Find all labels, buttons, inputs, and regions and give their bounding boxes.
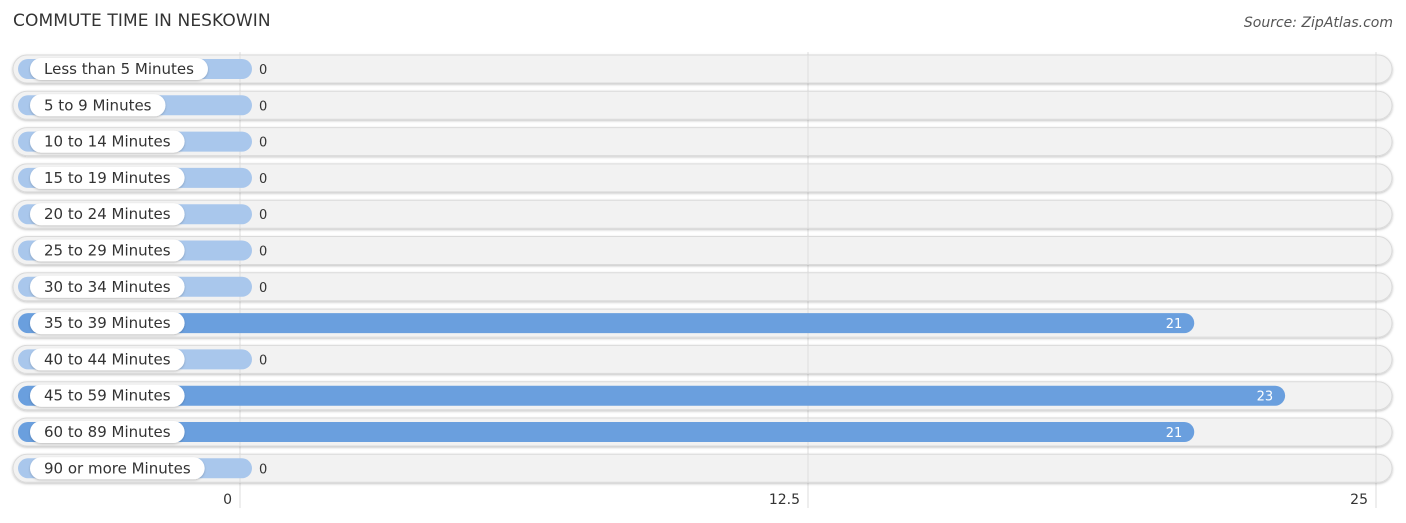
category-label: 25 to 29 Minutes [44, 242, 171, 260]
x-tick-label: 0 [223, 492, 232, 508]
x-axis-ticks: 0 12.5 25 [223, 492, 1368, 508]
category-label: 30 to 34 Minutes [44, 278, 171, 296]
category-label: 10 to 14 Minutes [44, 133, 171, 151]
bar[interactable] [18, 422, 1195, 442]
bar-row: 60 to 89 Minutes 21 [12, 417, 1393, 447]
category-label: 15 to 19 Minutes [44, 169, 171, 187]
bar[interactable] [18, 313, 1195, 334]
bar-row: 5 to 9 Minutes 0 [12, 90, 1393, 120]
category-label: 90 or more Minutes [44, 459, 191, 477]
bar-row: 25 to 29 Minutes 0 [12, 236, 1393, 265]
value-label: 21 [1166, 317, 1183, 332]
bar-row: 35 to 39 Minutes 21 [12, 308, 1393, 338]
bar-row: 45 to 59 Minutes 23 [12, 381, 1393, 411]
bar-row: 40 to 44 Minutes 0 [12, 344, 1393, 374]
value-label: 0 [259, 99, 267, 114]
category-label: 20 to 24 Minutes [44, 205, 171, 223]
value-label: 0 [259, 245, 267, 260]
category-label: 40 to 44 Minutes [44, 350, 171, 368]
bar-chart: Less than 5 Minutes 05 to 9 Minutes 010 to… [12, 52, 1393, 508]
x-tick-label: 25 [1350, 492, 1368, 508]
value-label: 23 [1257, 390, 1274, 405]
category-label: Less than 5 Minutes [44, 60, 194, 78]
value-label: 0 [259, 281, 267, 296]
value-label: 0 [259, 136, 267, 151]
category-label: 35 to 39 Minutes [44, 314, 171, 332]
bar-row: 30 to 34 Minutes 0 [12, 272, 1393, 302]
bar-row: 10 to 14 Minutes 0 [12, 127, 1393, 157]
x-tick-label: 12.5 [769, 492, 800, 508]
bar-row: 15 to 19 Minutes 0 [12, 163, 1393, 193]
value-label: 0 [259, 462, 267, 477]
value-label: 21 [1166, 426, 1183, 441]
bar-rows: Less than 5 Minutes 05 to 9 Minutes 010 to… [12, 54, 1393, 483]
category-label: 45 to 59 Minutes [44, 387, 171, 405]
category-label: 5 to 9 Minutes [44, 96, 152, 114]
value-label: 0 [259, 353, 267, 368]
bar-row: 90 or more Minutes 0 [12, 453, 1393, 483]
bar[interactable] [18, 385, 1286, 406]
value-label: 0 [259, 208, 267, 223]
value-label: 0 [259, 172, 267, 187]
value-label: 0 [259, 63, 267, 78]
bar-row: Less than 5 Minutes 0 [12, 54, 1393, 84]
bar-row: 20 to 24 Minutes 0 [12, 199, 1393, 229]
category-label: 60 to 89 Minutes [44, 423, 171, 441]
